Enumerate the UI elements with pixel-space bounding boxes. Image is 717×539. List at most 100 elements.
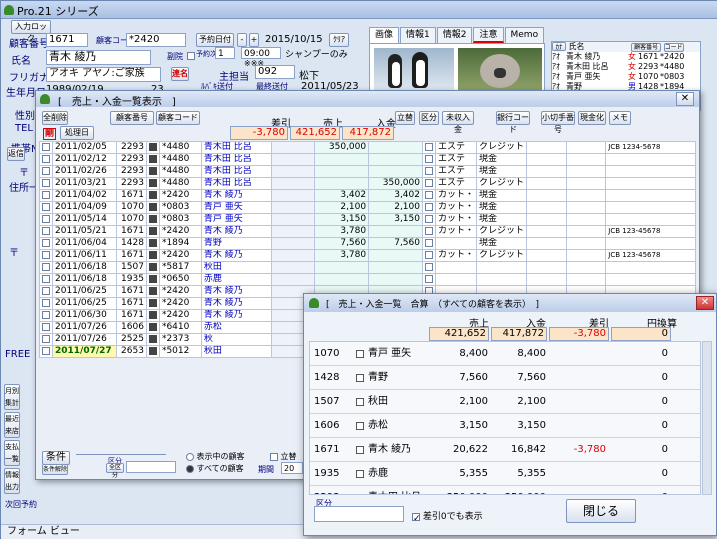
row-bank[interactable]	[526, 201, 567, 214]
row-note[interactable]	[605, 177, 696, 190]
radio-all[interactable]	[186, 464, 194, 473]
unpaid-button[interactable]: 未収入金	[442, 111, 474, 134]
row-checkbox[interactable]	[42, 250, 50, 259]
tab-info2[interactable]: 情報2	[436, 27, 473, 43]
row-bank[interactable]	[526, 177, 567, 190]
row-category[interactable]: エステ	[434, 177, 478, 190]
row-date[interactable]: 2011/02/12	[52, 153, 117, 166]
kana-field[interactable]: アオキ アヤノ:ご家族	[46, 67, 161, 82]
row-checkbox[interactable]	[42, 322, 50, 331]
row-note[interactable]	[605, 153, 696, 166]
row-dropdown-icon[interactable]	[148, 334, 157, 343]
row-note[interactable]: JCB 123-45678	[605, 249, 696, 262]
row-dropdown-icon[interactable]	[148, 142, 157, 151]
row-checkbox[interactable]	[42, 202, 50, 211]
row-deduct[interactable]	[270, 189, 316, 202]
row-deduct[interactable]	[270, 201, 316, 214]
sales-row[interactable]: 2011/02/26 2293 *4480 青木田 比呂 エステ 現金	[39, 165, 696, 178]
row-bank[interactable]	[526, 261, 567, 274]
row-dropdown-icon[interactable]	[148, 322, 157, 331]
row-dropdown-icon[interactable]	[148, 214, 157, 223]
recent-button[interactable]: 最近来店	[4, 412, 20, 438]
row-date[interactable]: 2011/06/18	[52, 261, 117, 274]
row-checkbox[interactable]	[42, 286, 50, 295]
sales-row[interactable]: 2011/06/18 1935 *0650 赤鹿	[39, 273, 696, 286]
row-date[interactable]: 2011/04/09	[52, 201, 117, 214]
row-note[interactable]	[605, 261, 696, 274]
side-list-row[interactable]: ｱｵ 青木田 比呂 女 2293 *4480	[552, 62, 700, 72]
row-deduct[interactable]	[270, 249, 316, 262]
next-reserve-label[interactable]: 次回予約	[5, 499, 37, 510]
row-paytype[interactable]: クレジット	[475, 177, 528, 190]
row-dropdown-icon[interactable]	[148, 346, 157, 355]
row-sales[interactable]: 2,100	[314, 201, 370, 214]
cash-button[interactable]: 現金化	[578, 111, 606, 125]
row-deduct[interactable]	[270, 213, 316, 226]
row-checkbox[interactable]	[42, 346, 50, 355]
row-payment[interactable]: 7,560	[368, 237, 423, 250]
summary-row[interactable]: 2293 青木田 比呂 350,000 350,000 0	[310, 486, 700, 494]
row-check[interactable]	[565, 165, 607, 178]
row-checkbox[interactable]	[42, 310, 50, 319]
row-date[interactable]: 2011/06/18	[52, 273, 117, 286]
row-dropdown-icon[interactable]	[148, 238, 157, 247]
sales-row[interactable]: 2011/06/04 1428 *1894 青野 7,560 7,560 現金	[39, 237, 696, 250]
row-paytype[interactable]	[475, 261, 528, 274]
check-no-button[interactable]: 小切手番号	[541, 111, 575, 134]
row-checkbox[interactable]	[42, 166, 50, 175]
row-category[interactable]: カット・	[434, 225, 478, 238]
customer-no-sort-button[interactable]: 顧客番号	[110, 111, 154, 125]
row-date[interactable]: 2011/07/27	[52, 345, 117, 358]
kana-sort-button[interactable]: ｶﾅ	[552, 42, 566, 51]
sales-row[interactable]: 2011/04/02 1671 *2420 青木 綾乃 3,402 3,402 カット・ 現金	[39, 189, 696, 202]
row-bank[interactable]	[526, 273, 567, 286]
row-category[interactable]: カット・	[434, 213, 478, 226]
row-paytype[interactable]: 現金	[475, 213, 528, 226]
row-dropdown-icon[interactable]	[148, 202, 157, 211]
row-dropdown-icon[interactable]	[148, 226, 157, 235]
row-checkbox[interactable]	[42, 226, 50, 235]
sales-row[interactable]: 2011/03/21 2293 *4480 青木田 比呂 350,000 エステ クレジット	[39, 177, 696, 190]
sum-row-dropdown-icon[interactable]	[356, 398, 364, 406]
payment-list-button[interactable]: 支払一覧	[4, 440, 20, 466]
side-list-row[interactable]: ｱｵ 青木 綾乃 女 1671 *2420	[552, 52, 700, 62]
row-stand-checkbox[interactable]	[424, 238, 433, 247]
input-lock-button[interactable]: 入力ロック	[11, 20, 51, 43]
row-bank[interactable]	[526, 237, 567, 250]
all-category-button[interactable]: 全区分	[106, 463, 124, 479]
row-check[interactable]	[565, 261, 607, 274]
row-date[interactable]: 2011/06/25	[52, 297, 117, 310]
summary-scrollbar[interactable]	[702, 341, 712, 495]
row-dropdown-icon[interactable]	[148, 250, 157, 259]
row-bank[interactable]	[526, 153, 567, 166]
row-sales[interactable]: 3,150	[314, 213, 370, 226]
name-field[interactable]: 青木 綾乃	[46, 50, 151, 65]
tab-memo[interactable]: Memo	[504, 27, 545, 43]
row-checkbox[interactable]	[42, 334, 50, 343]
contact-button[interactable]: 連名	[171, 67, 189, 81]
row-checkbox[interactable]	[42, 214, 50, 223]
row-dropdown-icon[interactable]	[148, 274, 157, 283]
condition-clear-button[interactable]: 条件解除	[42, 464, 68, 475]
row-check[interactable]	[565, 237, 607, 250]
row-note[interactable]: JCB 123-45678	[605, 225, 696, 238]
clear-button[interactable]: ｸﾘｱ	[329, 33, 349, 47]
row-category[interactable]	[434, 237, 478, 250]
row-deduct[interactable]	[270, 177, 316, 190]
summary-row[interactable]: 1671 青木 綾乃 20,622 16,842 -3,780 0	[310, 438, 700, 462]
row-deduct[interactable]	[270, 165, 316, 178]
staff-no-field[interactable]: 092	[255, 65, 295, 79]
row-date[interactable]: 2011/06/25	[52, 285, 117, 298]
row-note[interactable]: JCB 1234-5678	[605, 141, 696, 154]
sales-row[interactable]: 2011/05/21 1671 *2420 青木 綾乃 3,780 カット・ クレジット JC…	[39, 225, 696, 238]
row-deduct[interactable]	[270, 273, 316, 286]
process-date-button[interactable]: 処理日	[60, 126, 94, 140]
row-sales[interactable]: 3,780	[314, 249, 370, 262]
row-dropdown-icon[interactable]	[148, 310, 157, 319]
row-date[interactable]: 2011/02/26	[52, 165, 117, 178]
row-payment[interactable]: 350,000	[368, 177, 423, 190]
row-category[interactable]: カット・	[434, 189, 478, 202]
row-dropdown-icon[interactable]	[148, 190, 157, 199]
row-payment[interactable]	[368, 249, 423, 262]
info-output-button[interactable]: 情報出力	[4, 468, 20, 494]
